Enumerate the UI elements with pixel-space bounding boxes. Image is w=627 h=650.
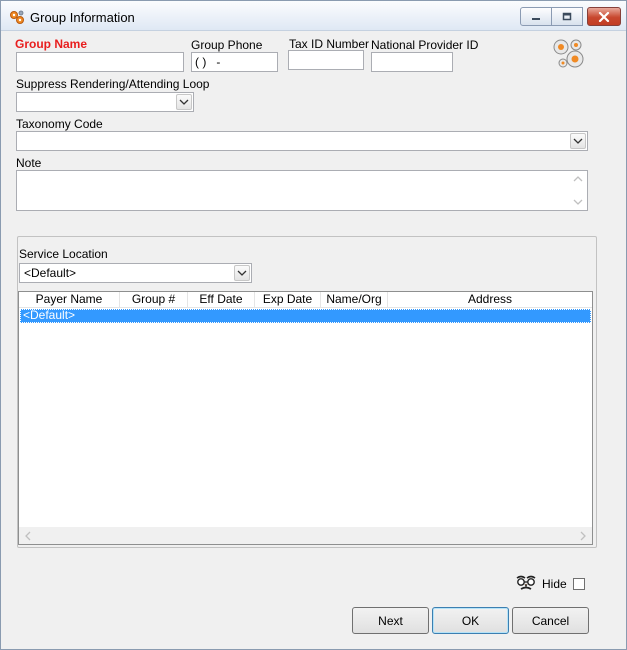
close-icon xyxy=(598,11,610,22)
table-row[interactable]: <Default> xyxy=(20,309,591,323)
taxonomy-label: Taxonomy Code xyxy=(16,117,103,131)
npi-label: National Provider ID xyxy=(371,38,479,52)
hide-label: Hide xyxy=(542,577,567,591)
note-textarea[interactable] xyxy=(16,170,588,211)
grid-horizontal-scrollbar[interactable] xyxy=(19,527,592,544)
scroll-down-icon[interactable] xyxy=(573,198,583,206)
minimize-icon xyxy=(532,17,540,20)
chevron-down-icon xyxy=(237,270,247,276)
grid-header: Payer Name Group # Eff Date Exp Date Nam… xyxy=(19,292,592,308)
suppress-loop-dropdown[interactable] xyxy=(16,92,194,112)
group-name-label: Group Name xyxy=(15,37,88,51)
suppress-loop-label: Suppress Rendering/Attending Loop xyxy=(16,77,210,91)
dropdown-arrow-button[interactable] xyxy=(234,265,250,281)
cell-payer-name: <Default> xyxy=(23,308,76,322)
group-information-window: Group Information Group Name Group Phone… xyxy=(0,0,627,650)
column-header-eff-date[interactable]: Eff Date xyxy=(188,292,255,308)
column-header-name-org[interactable]: Name/Org xyxy=(321,292,388,308)
column-header-address[interactable]: Address xyxy=(388,292,592,308)
cancel-button[interactable]: Cancel xyxy=(512,607,589,634)
dropdown-arrow-button[interactable] xyxy=(570,133,586,149)
note-label: Note xyxy=(16,156,42,170)
service-location-dropdown[interactable]: <Default> xyxy=(19,263,252,283)
gear-cluster-icon xyxy=(553,39,584,68)
group-phone-input[interactable]: ( ) - xyxy=(191,52,278,72)
note-scrollbar[interactable] xyxy=(570,171,587,210)
taxonomy-dropdown[interactable] xyxy=(16,131,588,151)
scroll-up-icon[interactable] xyxy=(573,175,583,183)
tax-id-label: Tax ID Number xyxy=(289,37,370,51)
service-location-label: Service Location xyxy=(19,247,108,261)
scroll-left-icon[interactable] xyxy=(24,531,32,541)
column-header-payer-name[interactable]: Payer Name xyxy=(19,292,120,308)
gear-cluster-icon xyxy=(10,10,24,24)
service-location-value: <Default> xyxy=(24,266,77,280)
ok-button[interactable]: OK xyxy=(432,607,509,634)
column-header-exp-date[interactable]: Exp Date xyxy=(255,292,321,308)
dropdown-arrow-button[interactable] xyxy=(176,94,192,110)
payer-grid[interactable]: Payer Name Group # Eff Date Exp Date Nam… xyxy=(18,291,593,545)
group-phone-label: Group Phone xyxy=(191,38,263,52)
disguise-glasses-icon xyxy=(516,575,536,590)
next-button[interactable]: Next xyxy=(352,607,429,634)
chevron-down-icon xyxy=(573,138,583,144)
npi-input[interactable] xyxy=(371,52,453,72)
close-button[interactable] xyxy=(587,7,621,26)
tax-id-input[interactable] xyxy=(288,50,364,70)
column-header-group-number[interactable]: Group # xyxy=(120,292,188,308)
window-title: Group Information xyxy=(30,10,135,25)
chevron-down-icon xyxy=(179,99,189,105)
hide-checkbox[interactable] xyxy=(573,578,585,590)
title-bar[interactable]: Group Information xyxy=(1,1,626,31)
maximize-icon xyxy=(562,12,572,21)
minimize-button[interactable] xyxy=(520,7,552,26)
group-name-input[interactable] xyxy=(16,52,184,72)
maximize-button[interactable] xyxy=(552,7,583,26)
scroll-right-icon[interactable] xyxy=(579,531,587,541)
